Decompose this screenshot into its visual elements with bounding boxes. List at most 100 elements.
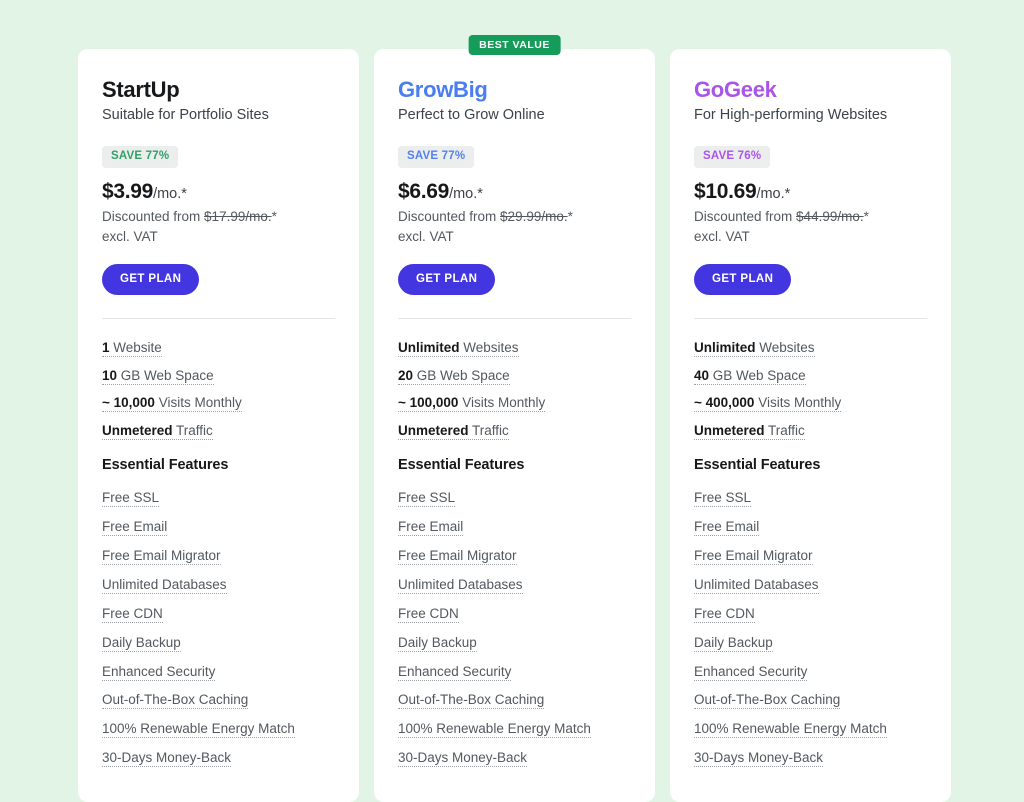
discount-prefix: Discounted from: [102, 209, 205, 224]
feature-item[interactable]: 30-Days Money-Back: [102, 749, 335, 768]
feature-item[interactable]: 100% Renewable Energy Match: [694, 720, 927, 739]
spec-label: Traffic: [764, 423, 805, 439]
spec-value: Unlimited: [694, 339, 756, 355]
feature-item[interactable]: Free CDN: [398, 605, 631, 624]
plan-specs-list: Unlimited Websites 40 GB Web Space ~ 400,0…: [694, 339, 927, 442]
spec-item[interactable]: 1 Website: [102, 339, 335, 358]
best-value-badge: BEST VALUE: [468, 35, 561, 55]
price-row: $3.99/mo.*: [102, 178, 335, 206]
essential-features-list: Free SSL Free Email Free Email Migrator Unl…: [694, 489, 927, 768]
vat-note: excl. VAT: [398, 228, 454, 244]
plan-specs-list: Unlimited Websites 20 GB Web Space ~ 100,0…: [398, 339, 631, 442]
discount-asterisk: *: [271, 209, 277, 224]
price-amount: $6.69: [398, 179, 450, 203]
feature-label: Free Email: [102, 519, 168, 537]
discount-note: Discounted from $17.99/mo.*: [102, 207, 335, 227]
feature-item[interactable]: 100% Renewable Energy Match: [102, 720, 335, 739]
feature-item[interactable]: Free SSL: [102, 489, 335, 508]
feature-item[interactable]: Free CDN: [694, 605, 927, 624]
spec-label: Visits Monthly: [754, 395, 842, 411]
vat-note: excl. VAT: [102, 228, 158, 244]
feature-label: Daily Backup: [102, 634, 181, 652]
feature-item[interactable]: Daily Backup: [694, 634, 927, 653]
spec-value: 40: [694, 367, 710, 383]
plan-title: StartUp: [102, 77, 180, 102]
get-plan-button[interactable]: GET PLAN: [694, 264, 792, 295]
feature-label: Free Email Migrator: [398, 547, 517, 565]
feature-label: Free CDN: [398, 605, 459, 623]
feature-item[interactable]: Free Email Migrator: [398, 547, 631, 566]
spec-item[interactable]: ~ 100,000 Visits Monthly: [398, 394, 631, 413]
spec-item[interactable]: ~ 400,000 Visits Monthly: [694, 394, 927, 413]
feature-item[interactable]: Free Email Migrator: [102, 547, 335, 566]
plan-subtitle: Perfect to Grow Online: [398, 107, 545, 124]
spec-label: Websites: [755, 339, 815, 355]
spec-value: 20: [398, 367, 414, 383]
feature-label: Out-of-The-Box Caching: [102, 692, 249, 710]
essential-features-list: Free SSL Free Email Free Email Migrator Unl…: [102, 489, 335, 768]
spec-item[interactable]: ~ 10,000 Visits Monthly: [102, 394, 335, 413]
feature-label: 30-Days Money-Back: [398, 750, 528, 768]
get-plan-button[interactable]: GET PLAN: [102, 264, 200, 295]
feature-item[interactable]: Unlimited Databases: [102, 576, 335, 595]
feature-item[interactable]: Enhanced Security: [694, 663, 927, 682]
feature-item[interactable]: Free Email: [398, 518, 631, 537]
feature-label: Daily Backup: [694, 634, 773, 652]
card-divider: [398, 317, 631, 319]
feature-item[interactable]: Daily Backup: [102, 634, 335, 653]
old-price: $29.99/mo.: [500, 209, 568, 224]
feature-label: 100% Renewable Energy Match: [102, 721, 295, 739]
feature-label: Free Email Migrator: [694, 547, 813, 565]
get-plan-button[interactable]: GET PLAN: [398, 264, 496, 295]
feature-label: Free SSL: [398, 490, 456, 508]
spec-label: GB Web Space: [117, 367, 214, 383]
essential-features-heading: Essential Features: [694, 457, 821, 474]
feature-item[interactable]: Free CDN: [102, 605, 335, 624]
feature-item[interactable]: Free SSL: [694, 489, 927, 508]
discount-prefix: Discounted from: [398, 209, 501, 224]
spec-item[interactable]: 40 GB Web Space: [694, 367, 927, 386]
discount-prefix: Discounted from: [694, 209, 797, 224]
spec-item[interactable]: Unlimited Websites: [694, 339, 927, 358]
discount-asterisk: *: [567, 209, 573, 224]
feature-item[interactable]: 30-Days Money-Back: [694, 749, 927, 768]
feature-label: Free CDN: [102, 605, 163, 623]
feature-item[interactable]: Out-of-The-Box Caching: [694, 691, 927, 710]
feature-label: Out-of-The-Box Caching: [398, 692, 545, 710]
plan-title: GrowBig: [398, 77, 488, 102]
feature-item[interactable]: Out-of-The-Box Caching: [102, 691, 335, 710]
feature-label: Out-of-The-Box Caching: [694, 692, 841, 710]
spec-item[interactable]: Unmetered Traffic: [102, 422, 335, 441]
feature-item[interactable]: Enhanced Security: [398, 663, 631, 682]
feature-item[interactable]: Out-of-The-Box Caching: [398, 691, 631, 710]
spec-item[interactable]: Unlimited Websites: [398, 339, 631, 358]
card-divider: [694, 317, 927, 319]
spec-item[interactable]: 20 GB Web Space: [398, 367, 631, 386]
spec-label: Traffic: [172, 423, 213, 439]
discount-asterisk: *: [863, 209, 869, 224]
feature-item[interactable]: 100% Renewable Energy Match: [398, 720, 631, 739]
spec-value: 1: [102, 339, 110, 355]
spec-value: Unmetered: [398, 423, 469, 439]
spec-item[interactable]: 10 GB Web Space: [102, 367, 335, 386]
price-period: /mo.*: [756, 185, 791, 202]
feature-item[interactable]: Free Email: [694, 518, 927, 537]
save-badge: SAVE 77%: [102, 145, 179, 168]
feature-item[interactable]: Free SSL: [398, 489, 631, 508]
feature-item[interactable]: Unlimited Databases: [694, 576, 927, 595]
spec-item[interactable]: Unmetered Traffic: [694, 422, 927, 441]
price-row: $10.69/mo.*: [694, 178, 927, 206]
discount-note: Discounted from $44.99/mo.*: [694, 207, 927, 227]
feature-item[interactable]: 30-Days Money-Back: [398, 749, 631, 768]
feature-item[interactable]: Unlimited Databases: [398, 576, 631, 595]
feature-item[interactable]: Enhanced Security: [102, 663, 335, 682]
essential-features-heading: Essential Features: [102, 457, 229, 474]
spec-item[interactable]: Unmetered Traffic: [398, 422, 631, 441]
feature-label: 100% Renewable Energy Match: [398, 721, 591, 739]
feature-label: Unlimited Databases: [694, 576, 819, 594]
feature-item[interactable]: Free Email Migrator: [694, 547, 927, 566]
discount-note: Discounted from $29.99/mo.*: [398, 207, 631, 227]
spec-value: ~ 400,000: [694, 395, 755, 411]
feature-item[interactable]: Free Email: [102, 518, 335, 537]
feature-item[interactable]: Daily Backup: [398, 634, 631, 653]
